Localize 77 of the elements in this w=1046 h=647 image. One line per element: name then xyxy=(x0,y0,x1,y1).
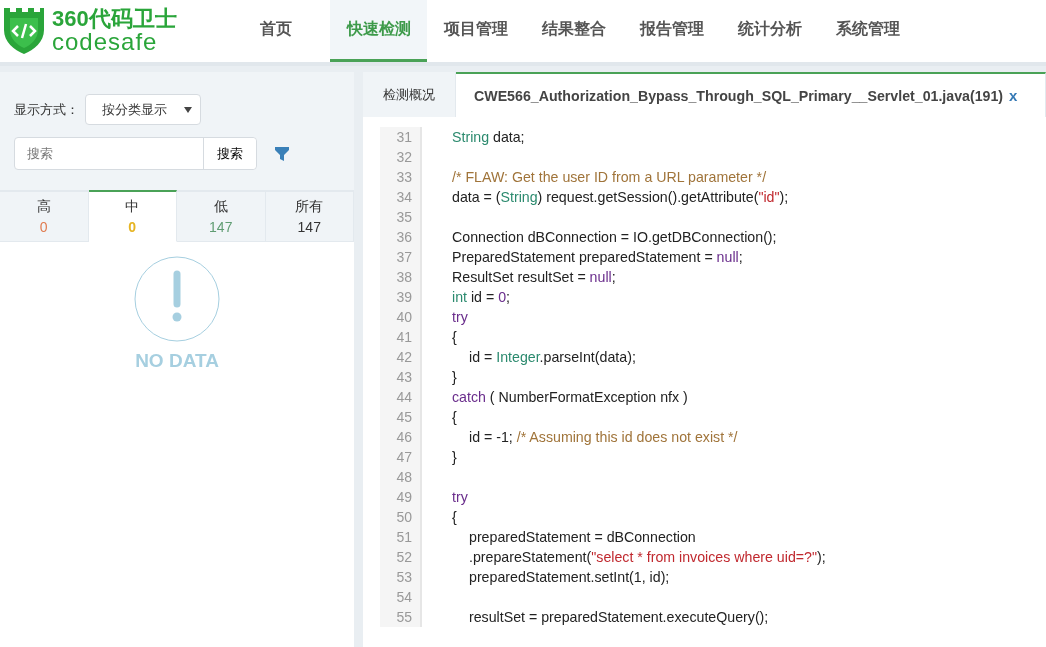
line-number: 53 xyxy=(380,567,422,587)
code-line: PreparedStatement preparedStatement = null; xyxy=(451,249,743,265)
line-number: 54 xyxy=(380,587,422,607)
caret-icon xyxy=(184,106,192,113)
line-number: 55 xyxy=(380,607,422,627)
code-line: /* FLAW: Get the user ID from a URL parameter */ xyxy=(451,169,767,185)
severity-label: 高 xyxy=(36,198,51,216)
code-line: data = (String) request.getSession().getAttribute("id"); xyxy=(451,189,789,205)
line-number: 47 xyxy=(380,447,422,467)
line-number: 51 xyxy=(380,527,422,547)
line-number: 31 xyxy=(380,127,422,147)
severity-label: 低 xyxy=(213,198,228,216)
severity-tab[interactable]: 所有 147 xyxy=(265,190,354,242)
logo-subtitle: codesafe xyxy=(52,30,159,54)
line-number: 42 xyxy=(380,347,422,367)
line-number: 41 xyxy=(380,327,422,347)
display-mode-dropdown[interactable]: 按分类显示 xyxy=(85,94,201,125)
close-button[interactable]: x xyxy=(1009,87,1018,104)
line-number: 39 xyxy=(380,287,422,307)
nav-tab[interactable]: 项目管理 xyxy=(427,0,525,62)
code-line: id = Integer.parseInt(data); xyxy=(468,349,636,365)
line-number: 44 xyxy=(380,387,422,407)
line-number: 48 xyxy=(380,467,422,487)
severity-count: 0 xyxy=(39,219,48,235)
line-number: 33 xyxy=(380,167,422,187)
severity-count: 147 xyxy=(209,219,233,235)
code-line: catch ( NumberFormatException nfx ) xyxy=(451,389,688,405)
code-line: try xyxy=(451,489,468,505)
line-number: 37 xyxy=(380,247,422,267)
search-button[interactable]: 搜索 xyxy=(203,138,256,169)
tab-label: CWE566_Authorization_Bypass_Through_SQL_Primary__Servlet_01.java(191) xyxy=(474,87,1004,104)
nav-tab[interactable]: 结果整合 xyxy=(525,0,623,62)
code-line: id = -1; /* Assuming this id does not exist */ xyxy=(468,429,738,445)
line-number: 52 xyxy=(380,547,422,567)
line-number: 34 xyxy=(380,187,422,207)
line-number: 50 xyxy=(380,507,422,527)
line-number: 45 xyxy=(380,407,422,427)
exclamation-icon xyxy=(134,256,220,342)
line-number: 43 xyxy=(380,367,422,387)
code-line: Connection dBConnection = IO.getDBConnection(); xyxy=(451,229,777,245)
nav-tab[interactable]: 报告管理 xyxy=(623,0,721,62)
nav-tab[interactable]: 统计分析 xyxy=(721,0,819,62)
no-data-text: NO DATA xyxy=(135,350,219,372)
code-line: ResultSet resultSet = null; xyxy=(451,269,616,285)
code-line: } xyxy=(451,369,457,385)
severity-label: 所有 xyxy=(295,198,324,216)
severity-count: 0 xyxy=(128,219,137,235)
filter-icon[interactable] xyxy=(275,146,289,161)
code-line: { xyxy=(451,409,457,425)
severity-count: 147 xyxy=(297,219,321,235)
code-line: try xyxy=(451,309,468,325)
tab-label: 检测概况 xyxy=(383,85,435,104)
line-number: 49 xyxy=(380,487,422,507)
code-line: .prepareStatement("select * from invoices where uid=?"); xyxy=(468,549,826,565)
line-number: 46 xyxy=(380,427,422,447)
nav-tab[interactable]: 首页 xyxy=(250,0,330,62)
display-mode-label: 显示方式： xyxy=(14,100,79,119)
line-number: 40 xyxy=(380,307,422,327)
severity-label: 中 xyxy=(125,198,140,216)
code-line: preparedStatement.setInt(1, id); xyxy=(468,569,670,585)
line-number: 35 xyxy=(380,207,422,227)
code-line: { xyxy=(451,329,457,345)
code-line: preparedStatement = dBConnection xyxy=(468,529,696,545)
search-field[interactable]: 搜索 搜索 xyxy=(14,137,257,170)
file-tab[interactable]: CWE566_Authorization_Bypass_Through_SQL_Primary__Servlet_01.java(191) x xyxy=(456,72,1046,117)
code-line: int id = 0; xyxy=(451,289,510,305)
severity-tab[interactable]: 低 147 xyxy=(177,190,266,242)
nav-tab[interactable]: 系统管理 xyxy=(819,0,917,62)
severity-tab[interactable]: 中 0 xyxy=(88,190,177,242)
code-line: String data; xyxy=(451,129,525,145)
line-number: 38 xyxy=(380,267,422,287)
code-line: } xyxy=(451,449,457,465)
line-number: 32 xyxy=(380,147,422,167)
line-number: 36 xyxy=(380,227,422,247)
code-line: resultSet = preparedStatement.executeQuery(); xyxy=(468,609,769,625)
logo-title: 360代码卫士 xyxy=(52,8,177,30)
code-line: { xyxy=(451,509,457,525)
